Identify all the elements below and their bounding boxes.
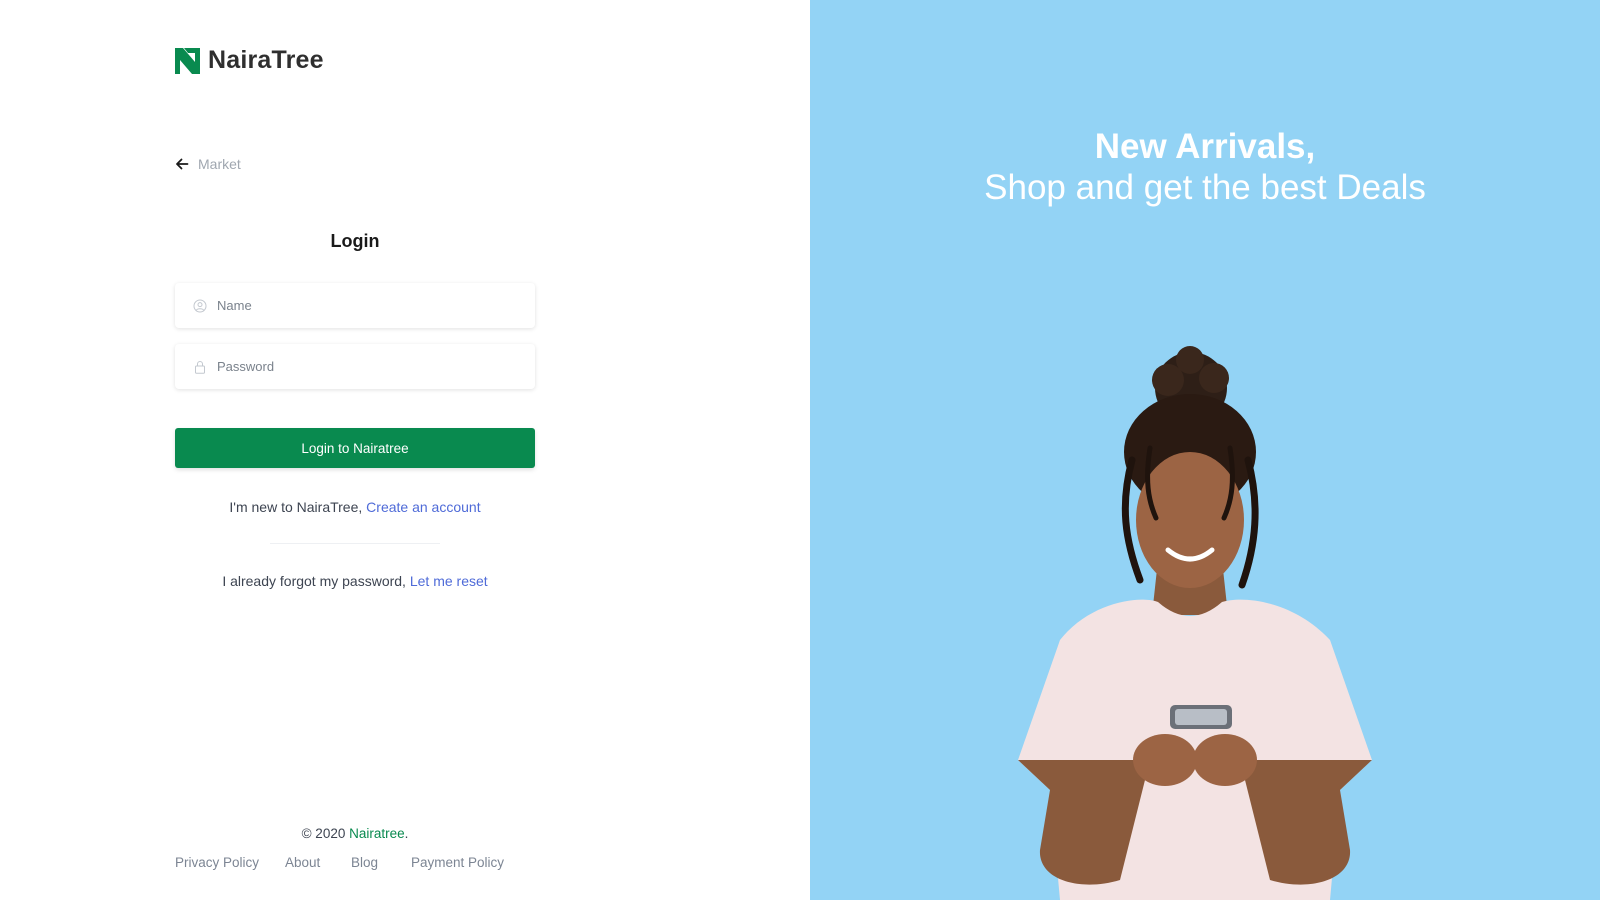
lock-icon	[195, 360, 205, 374]
hero-heading: New Arrivals, Shop and get the best Deal…	[810, 127, 1600, 209]
reset-prompt-text: I already forgot my password,	[222, 573, 410, 589]
back-link-label: Market	[198, 156, 241, 172]
back-to-market-link[interactable]: Market	[175, 156, 241, 172]
password-input[interactable]	[217, 359, 517, 374]
copyright-suffix: .	[404, 826, 409, 841]
about-link[interactable]: About	[285, 855, 320, 870]
name-field[interactable]	[175, 283, 535, 328]
signup-prompt: I'm new to NairaTree, Create an account	[175, 499, 535, 515]
copyright: © 2020 Nairatree.	[175, 826, 535, 841]
hero-title-line2: Shop and get the best Deals	[984, 168, 1426, 207]
promo-panel: New Arrivals, Shop and get the best Deal…	[810, 0, 1600, 900]
login-panel: NairaTree Market Login Login to Nairatre…	[0, 0, 810, 900]
reset-password-link[interactable]: Let me reset	[410, 573, 488, 589]
payment-policy-link[interactable]: Payment Policy	[411, 855, 504, 870]
reset-prompt: I already forgot my password, Let me res…	[175, 573, 535, 589]
hero-person-image	[1018, 346, 1372, 900]
footer-nav: Privacy Policy About Blog Payment Policy	[0, 855, 810, 875]
user-circle-icon	[193, 299, 207, 312]
copyright-brand-link[interactable]: Nairatree	[349, 826, 405, 841]
brand-name: NairaTree	[208, 46, 324, 74]
login-button[interactable]: Login to Nairatree	[175, 428, 535, 468]
divider	[270, 543, 440, 544]
copyright-prefix: © 2020	[301, 826, 350, 841]
name-input[interactable]	[217, 298, 517, 313]
blog-link[interactable]: Blog	[351, 855, 378, 870]
arrow-left-icon	[176, 158, 189, 170]
page-title: Login	[330, 231, 380, 251]
nairatree-logo-icon	[175, 47, 200, 74]
privacy-policy-link[interactable]: Privacy Policy	[175, 855, 259, 870]
brand-logo[interactable]: NairaTree	[175, 46, 324, 75]
password-field[interactable]	[175, 344, 535, 389]
hero-title-line1: New Arrivals,	[1094, 127, 1316, 166]
signup-prompt-text: I'm new to NairaTree,	[229, 499, 367, 515]
create-account-link[interactable]: Create an account	[366, 499, 480, 515]
